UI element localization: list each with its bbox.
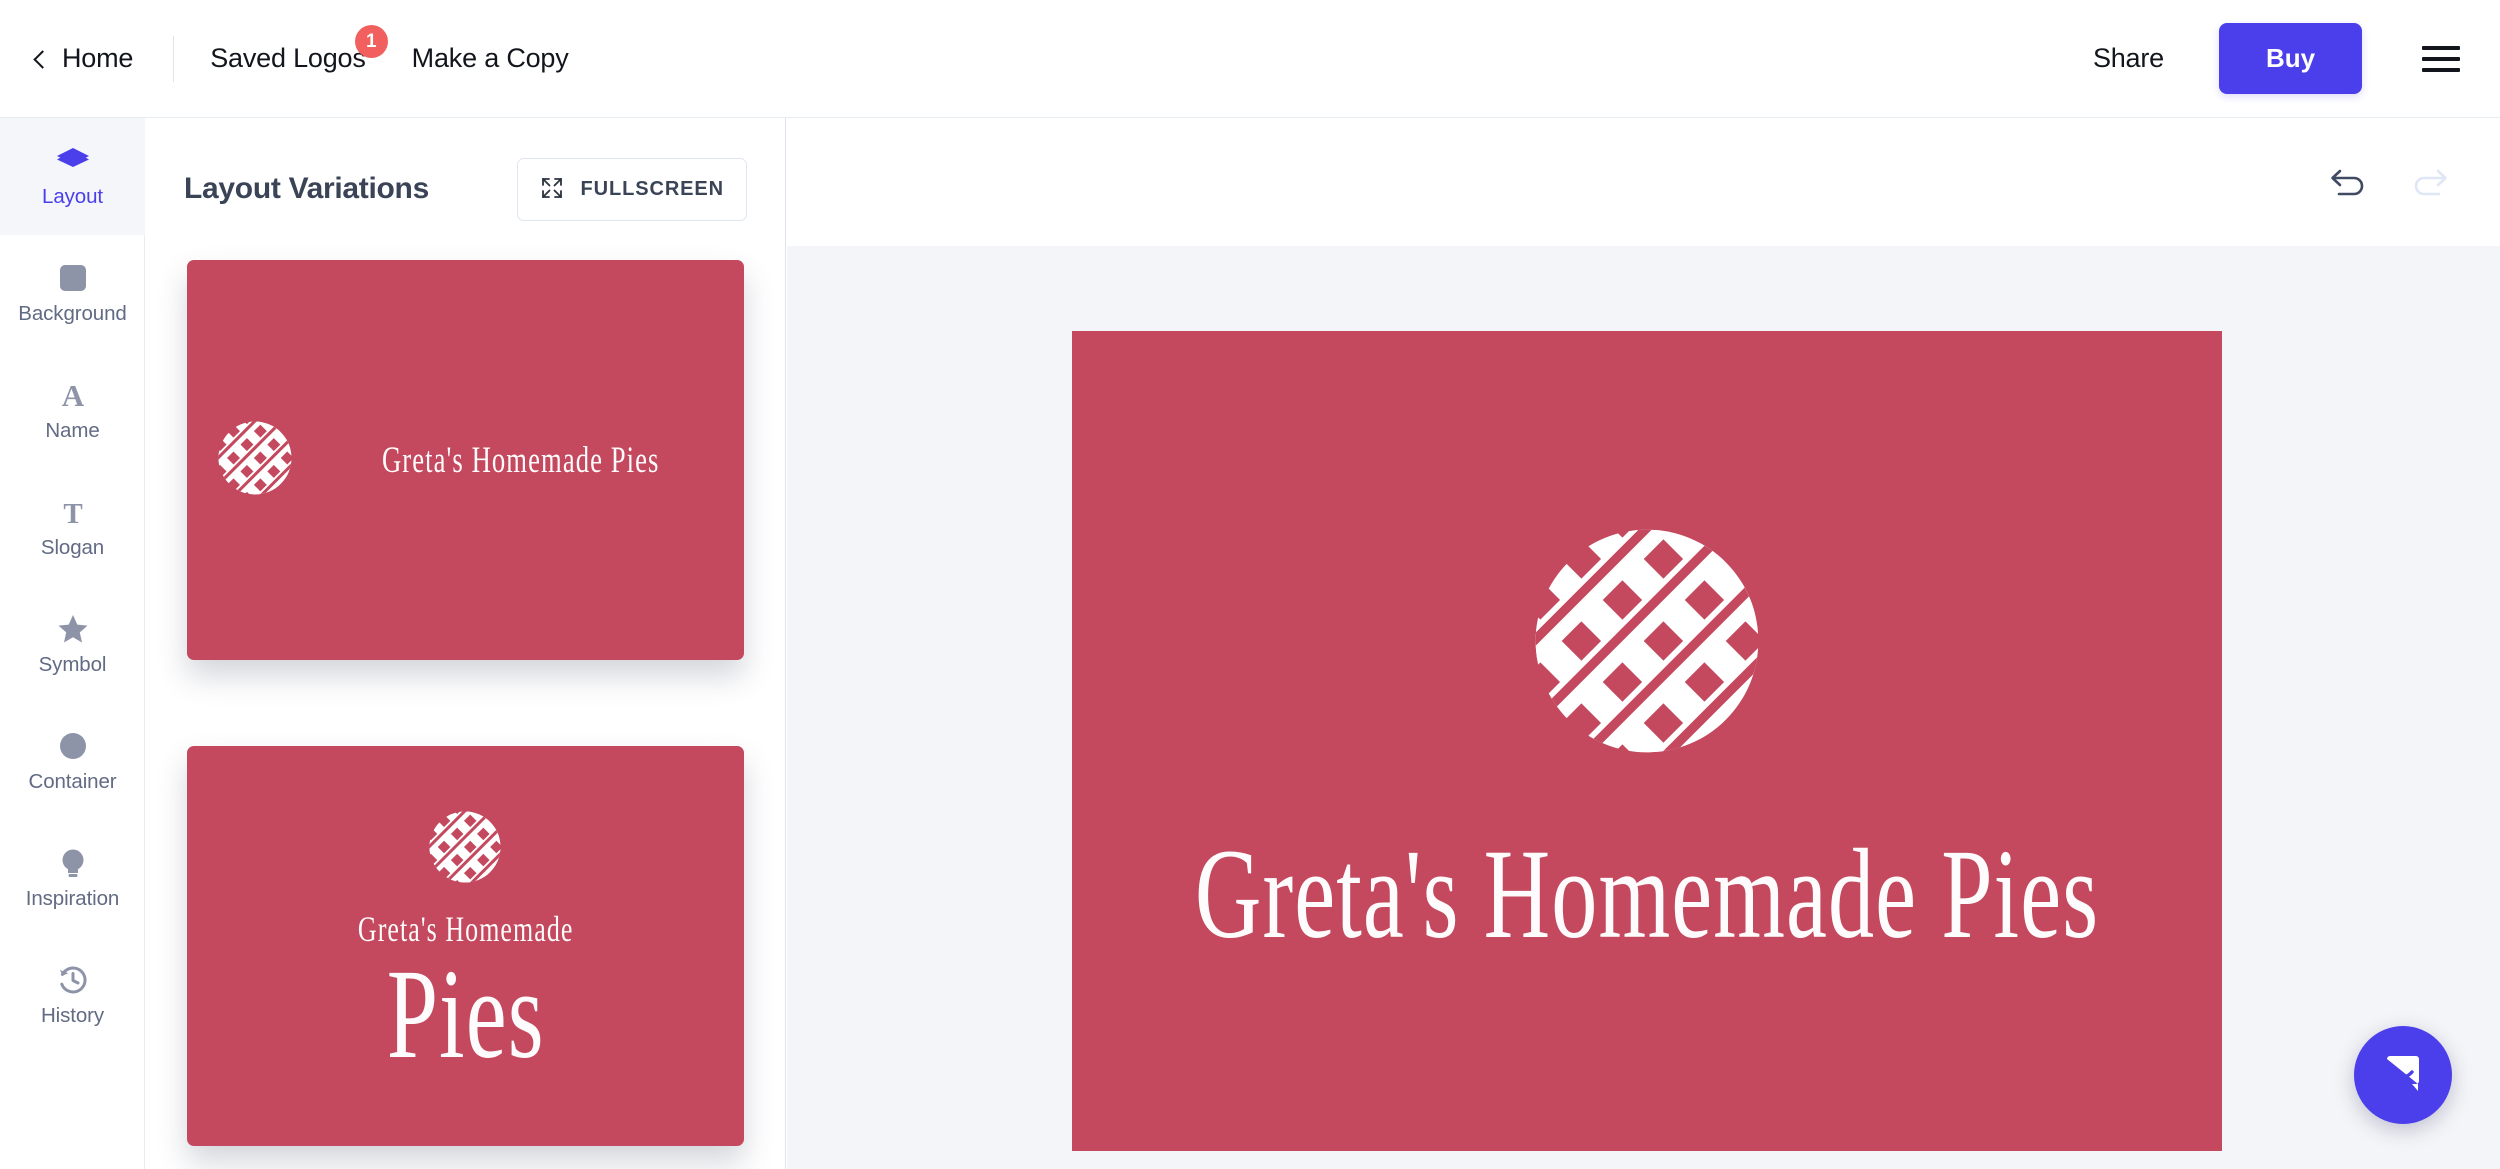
variations-list[interactable]: Greta's Homemade Pies Greta's Homemade P… xyxy=(146,260,785,1169)
saved-logos-tab[interactable]: Saved Logos 1 xyxy=(210,25,388,74)
sidebar-item-container[interactable]: Container xyxy=(0,703,145,820)
hamburger-bar xyxy=(2422,56,2460,61)
sidebar-item-label: Slogan xyxy=(40,536,105,559)
header-divider xyxy=(173,35,175,82)
make-a-copy-label: Make a Copy xyxy=(411,43,569,73)
share-button[interactable]: Share xyxy=(2093,43,2164,74)
variation-brand-line2: Pies xyxy=(386,943,545,1086)
sidebar-item-symbol[interactable]: Symbol xyxy=(0,586,145,703)
canvas-toolbar xyxy=(787,118,2500,246)
sidebar-item-layout[interactable]: Layout xyxy=(0,118,145,235)
svg-text:A: A xyxy=(61,379,84,411)
buy-button[interactable]: Buy xyxy=(2219,23,2362,94)
sidebar-item-history[interactable]: History xyxy=(0,937,145,1054)
sidebar-item-slogan[interactable]: T Slogan xyxy=(0,469,145,586)
sidebar-item-inspiration[interactable]: Inspiration xyxy=(0,820,145,937)
chevron-left-icon xyxy=(33,49,52,69)
home-label: Home xyxy=(62,43,134,73)
chat-widget-button[interactable] xyxy=(2354,1026,2452,1124)
layers-icon xyxy=(55,144,91,178)
letter-t-icon: T xyxy=(58,495,88,529)
undo-arrow-icon[interactable] xyxy=(2328,165,2370,199)
top-header: Home Saved Logos 1 Make a Copy Share Buy xyxy=(0,0,2500,118)
home-back-link[interactable]: Home xyxy=(33,43,134,74)
square-icon xyxy=(58,261,88,295)
pie-lattice-icon xyxy=(217,420,293,501)
saved-logos-badge: 1 xyxy=(354,25,388,58)
svg-text:T: T xyxy=(63,498,82,527)
sidebar-item-label: Background xyxy=(18,302,127,325)
hamburger-bar xyxy=(2422,67,2460,72)
star-icon xyxy=(56,612,90,646)
sidebar-item-label: Inspiration xyxy=(25,887,120,910)
sidebar-item-label: Container xyxy=(28,770,117,793)
sidebar-item-label: Name xyxy=(45,419,100,442)
layout-variations-panel: Layout Variations FULLSCREEN Greta's Hom… xyxy=(146,118,786,1169)
variation-card-stacked[interactable]: Greta's Homemade Pies xyxy=(187,746,744,1146)
make-a-copy-button[interactable]: Make a Copy xyxy=(412,43,569,74)
left-sidebar: Layout Background A Name T Slogan Symbol… xyxy=(0,118,145,1169)
redo-arrow-icon[interactable] xyxy=(2408,165,2450,199)
sidebar-item-name[interactable]: A Name xyxy=(0,352,145,469)
main-logo-brand-text: Greta's Homemade Pies xyxy=(1194,822,2100,965)
variation-brand-line1: Greta's Homemade xyxy=(357,909,574,950)
variation-brand-text: Greta's Homemade Pies xyxy=(382,439,660,481)
logo-lockup-horizontal: Greta's Homemade Pies xyxy=(217,420,713,501)
fullscreen-button[interactable]: FULLSCREEN xyxy=(516,157,747,221)
pie-lattice-icon xyxy=(428,810,502,889)
logo-canvas: Greta's Homemade Pies xyxy=(787,118,2500,1169)
header-right-group: Share Buy xyxy=(2093,23,2500,94)
circle-icon xyxy=(58,729,88,763)
fullscreen-label: FULLSCREEN xyxy=(580,177,724,200)
lightbulb-icon xyxy=(59,846,87,880)
main-logo-preview[interactable]: Greta's Homemade Pies xyxy=(1072,331,2222,1151)
header-left-group: Home Saved Logos 1 Make a Copy xyxy=(0,25,615,82)
clock-undo-icon xyxy=(57,963,89,997)
app-root: Home Saved Logos 1 Make a Copy Share Buy xyxy=(0,0,2500,1169)
sidebar-item-label: History xyxy=(40,1004,105,1027)
panel-header: Layout Variations FULLSCREEN xyxy=(146,118,785,260)
sidebar-item-label: Symbol xyxy=(38,653,107,676)
expand-arrows-icon xyxy=(540,176,564,203)
saved-logos-label: Saved Logos xyxy=(210,43,366,73)
sidebar-item-background[interactable]: Background xyxy=(0,235,145,352)
sidebar-item-label: Layout xyxy=(42,185,103,208)
letter-a-icon: A xyxy=(57,378,89,412)
hamburger-bar xyxy=(2422,45,2460,50)
pie-lattice-icon xyxy=(1531,525,1763,762)
variation-card-horizontal[interactable]: Greta's Homemade Pies xyxy=(187,260,744,660)
logo-lockup-stacked: Greta's Homemade Pies xyxy=(316,810,615,1086)
hamburger-menu-icon[interactable] xyxy=(2422,45,2460,72)
chat-smile-icon xyxy=(2380,1050,2426,1101)
panel-title: Layout Variations xyxy=(184,172,429,205)
